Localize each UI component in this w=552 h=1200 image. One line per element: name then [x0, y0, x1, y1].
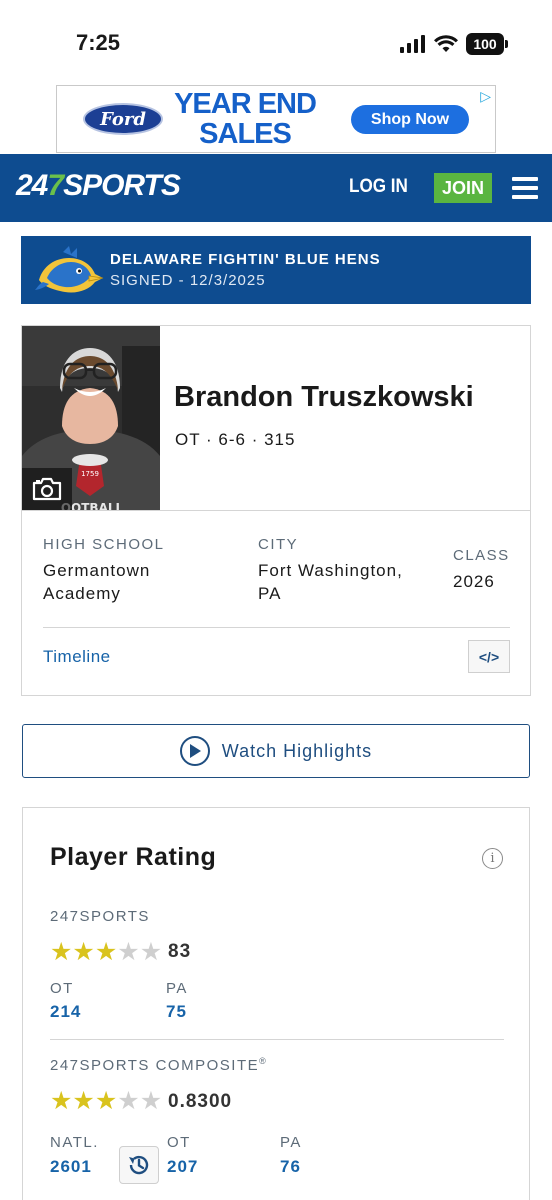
brand-seven: 7 — [47, 169, 64, 202]
svg-text:1759: 1759 — [81, 470, 99, 478]
rank-value-state[interactable]: 76 — [280, 1157, 301, 1177]
rank-value-position[interactable]: 207 — [167, 1157, 198, 1177]
rank-value-national[interactable]: 2601 — [50, 1157, 92, 1177]
embed-code-button[interactable]: </> — [468, 640, 510, 673]
star-empty-icon: ★ — [139, 937, 163, 966]
rank-label-state: PA — [280, 1134, 302, 1151]
player-photo[interactable]: 1759 OOTBALL — [22, 326, 160, 510]
history-icon — [129, 1155, 149, 1175]
play-icon — [179, 736, 210, 766]
info-glyph: i — [490, 851, 495, 866]
city-line1: Fort Washington, — [258, 561, 403, 580]
rating-history-button[interactable] — [119, 1146, 159, 1184]
star-filled-icon: ★ — [72, 937, 95, 966]
star-filled-icon: ★ — [94, 1086, 118, 1115]
high-school-label: HIGH SCHOOL — [43, 536, 165, 553]
rank-label-state: PA — [166, 980, 188, 997]
ad-headline-line1: YEAR END — [174, 88, 317, 120]
ad-headline: YEAR END SALES EVENT — [170, 88, 320, 152]
commitment-banner[interactable]: DELAWARE FIGHTIN' BLUE HENS SIGNED - 12/… — [21, 236, 531, 304]
247sports-rating-value: 83 — [168, 941, 192, 962]
menu-icon[interactable] — [512, 177, 538, 199]
city-line2: PA — [258, 584, 282, 603]
star-filled-icon: ★ — [50, 1086, 73, 1115]
brand-prefix: 24 — [16, 169, 48, 202]
timeline-link[interactable]: Timeline — [43, 647, 111, 667]
commit-school-name: DELAWARE FIGHTIN' BLUE HENS — [110, 251, 381, 268]
commit-status: SIGNED - 12/3/2025 — [110, 272, 266, 289]
ad-choices-icon[interactable]: ▷ — [480, 88, 491, 105]
ad-shop-now-button[interactable]: Shop Now — [351, 105, 469, 134]
composite-rating-label: 247SPORTS COMPOSITE® — [50, 1056, 267, 1074]
high-school-line2: Academy — [43, 584, 121, 603]
wifi-icon — [434, 35, 458, 52]
composite-star-rating: ★ ★ ★ ★ ★ — [50, 1088, 162, 1113]
247sports-logo[interactable]: 247SPORTS — [16, 169, 181, 203]
ford-logo: Ford — [83, 103, 163, 135]
divider — [22, 510, 530, 511]
blue-hen-logo — [35, 246, 104, 293]
class-label: CLASS — [453, 547, 510, 564]
rank-label-national: NATL. — [50, 1134, 99, 1151]
star-filled-icon: ★ — [50, 937, 73, 966]
rank-label-position: OT — [167, 1134, 191, 1151]
ad-headline-line2: SALES EVENT — [199, 118, 292, 152]
divider — [43, 627, 510, 628]
divider — [50, 1039, 504, 1040]
star-filled-icon: ★ — [94, 937, 118, 966]
247sports-rating-label: 247SPORTS — [50, 908, 150, 925]
composite-rating-value: 0.8300 — [168, 1091, 233, 1112]
player-rating-title: Player Rating — [50, 843, 217, 871]
class-value: 2026 — [453, 572, 495, 591]
player-rating-card: Player Rating i 247SPORTS ★ ★ ★ ★ ★ 83 OT 21… — [22, 807, 530, 1200]
composite-label-text: 247SPORTS COMPOSITE — [50, 1057, 260, 1074]
star-empty-icon: ★ — [139, 1086, 163, 1115]
rank-value-state[interactable]: 75 — [166, 1002, 187, 1022]
star-empty-icon: ★ — [117, 1086, 140, 1115]
rank-value-position[interactable]: 214 — [50, 1002, 81, 1022]
top-navbar: 247SPORTS LOG IN JOIN — [0, 154, 552, 222]
player-profile-card: 1759 OOTBALL Brandon Truszkowski OT · 6-… — [21, 325, 531, 696]
247sports-star-rating: ★ ★ ★ ★ ★ — [50, 939, 162, 964]
high-school-line1: Germantown — [43, 561, 151, 580]
watch-highlights-button[interactable]: Watch Highlights — [22, 724, 530, 778]
join-button[interactable]: JOIN — [434, 173, 492, 203]
rank-label-position: OT — [50, 980, 74, 997]
camera-icon[interactable] — [22, 468, 72, 510]
battery-level: 100 — [473, 36, 497, 52]
battery-icon: 100 — [466, 33, 508, 55]
info-icon[interactable]: i — [482, 848, 503, 869]
high-school-value: Germantown Academy — [43, 559, 150, 605]
status-time: 7:25 — [76, 30, 121, 55]
ad-banner[interactable]: Ford YEAR END SALES EVENT Shop Now ▷ — [56, 85, 496, 153]
registered-mark: ® — [259, 1056, 268, 1066]
status-bar: 7:25 100 — [0, 0, 552, 84]
login-link[interactable]: LOG IN — [349, 176, 408, 198]
city-label: CITY — [258, 536, 299, 553]
brand-suffix: SPORTS — [63, 169, 181, 202]
star-filled-icon: ★ — [72, 1086, 95, 1115]
cellular-signal-icon — [400, 35, 425, 53]
player-position-size: OT · 6-6 · 315 — [175, 430, 296, 449]
watch-highlights-label: Watch Highlights — [221, 740, 373, 761]
status-icons: 100 — [400, 33, 508, 55]
embed-code-icon: </> — [478, 648, 500, 665]
star-empty-icon: ★ — [117, 937, 140, 966]
city-value: Fort Washington, PA — [258, 559, 403, 605]
player-name: Brandon Truszkowski — [174, 381, 474, 413]
